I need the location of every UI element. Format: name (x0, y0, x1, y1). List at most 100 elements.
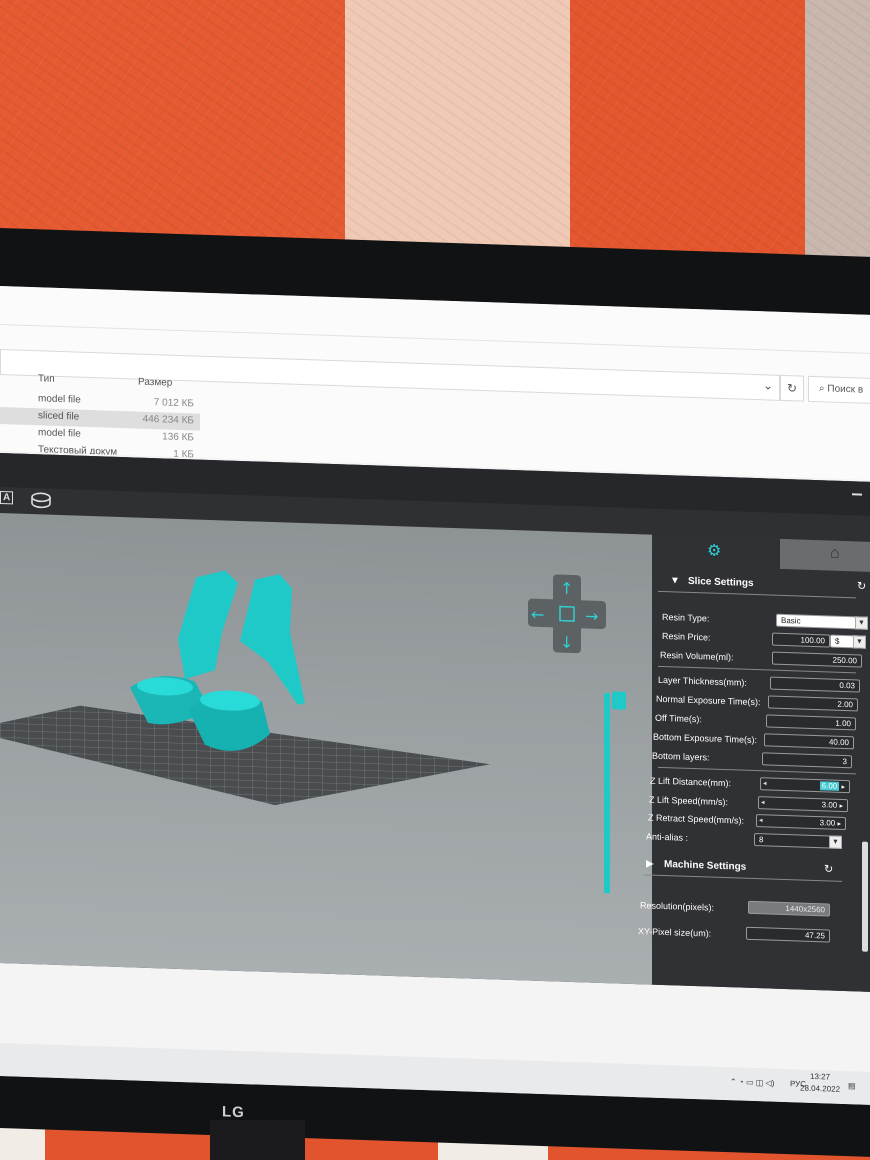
model-shoe-heel (178, 570, 238, 680)
clock-date[interactable]: 28.04.2022 (800, 1084, 840, 1094)
resin-price-label: Resin Price: (662, 630, 711, 643)
resolution-field: 1440x2560 (748, 900, 830, 917)
layer-thickness-input[interactable]: 0.03 (770, 676, 860, 693)
scene: ↑ ↓ ← → (0, 570, 626, 894)
currency-value: $ (835, 636, 840, 646)
bottom-exposure-label: Bottom Exposure Time(s): (653, 731, 758, 746)
file-size: 7 012 КБ (153, 397, 194, 410)
z-retract-speed-label: Z Retract Speed(mm/s): (648, 812, 745, 826)
chevron-down-icon[interactable]: ⌄ (763, 378, 773, 392)
file-size: 446 234 КБ (142, 413, 194, 427)
notification-icon[interactable]: ▤ (848, 1081, 856, 1090)
resolution-label: Resolution(pixels): (640, 900, 715, 913)
minimize-icon[interactable] (852, 493, 862, 496)
xy-pixel-value: 47.25 (804, 930, 825, 941)
arrow-up-icon[interactable]: ↑ (560, 579, 573, 598)
arrow-down-icon[interactable]: ↓ (560, 633, 573, 652)
monitor-stand (210, 1120, 305, 1160)
search-input[interactable]: ⌕ Поиск в (808, 375, 870, 405)
increment-icon[interactable]: ▸ (839, 803, 843, 810)
layer-slider-track[interactable] (604, 693, 610, 894)
z-lift-distance-stepper[interactable]: ◂ 6.00 ▸ (760, 777, 850, 794)
increment-icon[interactable]: ▸ (837, 821, 841, 828)
file-size: 136 КБ (162, 431, 194, 444)
settings-panel: ⚙ ⌂ ▼ Slice Settings ↻ Resin Type: Basic… (638, 534, 870, 992)
printer-icon: ⌂ (830, 544, 840, 562)
monitor-gear-icon: ⚙ (707, 542, 722, 560)
z-lift-speed-stepper[interactable]: ◂ 3.00 ▸ (758, 796, 848, 813)
increment-icon[interactable]: ▸ (841, 784, 845, 791)
taskbar: ⌃ ◔ ▭ ◫ ◁) РУС 13:27 28.04.2022 ▤ (0, 1043, 870, 1105)
reset-icon[interactable]: ↻ (857, 579, 866, 592)
screen: ⌄ ↻ ⌕ Поиск в Тип Размер model file 7 01… (0, 286, 870, 1105)
decrement-icon[interactable]: ◂ (761, 797, 765, 808)
expand-triangle-icon[interactable]: ▶ (646, 858, 654, 869)
bottom-exposure-input[interactable]: 40.00 (764, 733, 854, 750)
tab-slice-settings[interactable]: ⚙ (652, 534, 780, 569)
resin-type-value: Basic (781, 615, 801, 626)
bottom-layers-label: Bottom layers: (652, 750, 710, 763)
dropdown-icon[interactable]: ▼ (855, 616, 868, 630)
refresh-icon[interactable]: ↻ (780, 374, 804, 402)
arrow-left-icon[interactable]: ← (531, 605, 544, 624)
layer-thickness-value: 0.03 (839, 680, 855, 691)
collapse-triangle-icon[interactable]: ▼ (670, 575, 680, 586)
search-placeholder: Поиск в (827, 383, 864, 396)
resin-type-label: Resin Type: (662, 611, 710, 624)
decrement-icon[interactable]: ◂ (763, 778, 767, 789)
wall-texture (0, 0, 870, 260)
layer-slider-handle[interactable] (612, 691, 626, 710)
z-lift-distance-label: Z Lift Distance(mm): (650, 775, 732, 789)
file-type: sliced file (38, 410, 80, 423)
normal-exposure-input[interactable]: 2.00 (768, 695, 858, 712)
tray-icons[interactable]: ⌃ ◔ ▭ ◫ ◁) (730, 1077, 774, 1087)
z-lift-speed-label: Z Lift Speed(mm/s): (649, 794, 729, 808)
dropdown-icon[interactable]: ▼ (829, 835, 842, 849)
z-lift-speed-value: 3.00 (821, 800, 838, 810)
bottom-layers-input[interactable]: 3 (762, 752, 852, 769)
z-lift-distance-value: 6.00 (819, 781, 840, 791)
panel-scrollbar[interactable] (862, 841, 868, 952)
resin-volume-input[interactable]: 250.00 (772, 651, 862, 668)
anti-alias-label: Anti-alias : (646, 831, 689, 843)
off-time-value: 1.00 (835, 718, 851, 729)
off-time-input[interactable]: 1.00 (766, 714, 856, 731)
resin-type-select[interactable]: Basic (776, 613, 862, 630)
resolution-value: 1440x2560 (785, 904, 825, 915)
view-navigation-control[interactable]: ↑ ↓ ← → (528, 574, 606, 655)
3d-viewport[interactable]: ↑ ↓ ← → (0, 513, 652, 985)
arrow-right-icon[interactable]: → (585, 606, 598, 625)
column-header-size[interactable]: Размер (138, 377, 172, 389)
anti-alias-value: 8 (759, 835, 764, 845)
model-tool-icon[interactable] (30, 491, 52, 510)
file-type: model file (38, 427, 81, 440)
resin-volume-label: Resin Volume(ml): (660, 649, 734, 663)
divider (658, 590, 856, 599)
divider (658, 665, 856, 674)
divider (644, 874, 842, 882)
decrement-icon[interactable]: ◂ (759, 815, 763, 826)
z-retract-speed-value: 3.00 (819, 818, 836, 828)
xy-pixel-field: 47.25 (746, 926, 830, 943)
text-tool-icon[interactable]: A (0, 491, 14, 505)
slice-settings-title: Slice Settings (688, 575, 754, 589)
divider (0, 324, 870, 354)
bottom-exposure-value: 40.00 (828, 737, 849, 748)
monitor: ⌄ ↻ ⌕ Поиск в Тип Размер model file 7 01… (0, 228, 870, 1157)
anti-alias-select[interactable]: 8 (754, 833, 832, 849)
tab-machine[interactable]: ⌂ (780, 538, 870, 572)
resin-price-value: 100.00 (800, 635, 825, 646)
file-type: model file (38, 393, 81, 406)
z-retract-speed-stepper[interactable]: ◂ 3.00 ▸ (756, 814, 846, 831)
bottom-layers-value: 3 (842, 756, 847, 767)
dropdown-icon[interactable]: ▼ (853, 635, 866, 649)
resin-price-input[interactable]: 100.00 (772, 632, 830, 648)
normal-exposure-label: Normal Exposure Time(s): (656, 693, 761, 708)
divider (658, 766, 856, 775)
column-header-type[interactable]: Тип (38, 373, 55, 385)
file-size: 1 КБ (173, 448, 194, 458)
reset-icon[interactable]: ↻ (824, 862, 833, 875)
clock-time[interactable]: 13:27 (810, 1072, 830, 1082)
resin-volume-value: 250.00 (832, 655, 857, 666)
normal-exposure-value: 2.00 (837, 699, 853, 710)
